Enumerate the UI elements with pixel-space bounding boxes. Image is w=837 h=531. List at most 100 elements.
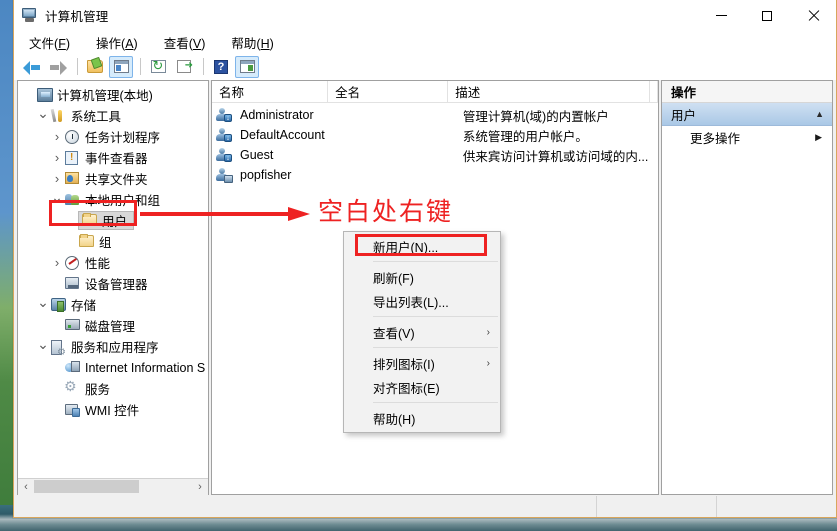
chevron-right-icon[interactable]: › [50, 151, 64, 164]
chevron-down-icon[interactable]: ⌄ [36, 337, 50, 351]
tree-item-content[interactable]: 共享文件夹 [64, 169, 148, 188]
tree-item-label: 组 [99, 236, 112, 250]
export-list-button[interactable] [172, 56, 196, 78]
local-users-groups-icon [64, 192, 81, 207]
menu-view[interactable]: 查看(V) [158, 31, 216, 54]
chevron-down-icon[interactable]: ⌄ [36, 106, 50, 120]
tree-item-15[interactable]: WMI 控件 [18, 399, 208, 420]
tree-item-9[interactable]: 设备管理器 [18, 273, 208, 294]
tree-item-content[interactable]: 组 [78, 232, 112, 251]
tree-item-10[interactable]: ⌄ 存储 [18, 294, 208, 315]
tree-item-5[interactable]: ⌄ 本地用户和组 [18, 189, 208, 210]
window-controls [698, 0, 836, 31]
minimize-button[interactable] [698, 0, 744, 31]
context-menu: 新用户(N)... 刷新(F) 导出列表(L)... 查看(V) › 排列图标(I) › 对齐… [343, 231, 501, 433]
user-disabled-icon: ↓ [216, 148, 232, 162]
tree-item-content[interactable]: Internet Information S [64, 358, 205, 377]
context-menu-item-3[interactable]: 导出列表(L)... [344, 289, 500, 313]
tree-item-13[interactable]: Internet Information S [18, 357, 208, 378]
console-tree: 计算机管理(本地) ⌄ 系统工具 › 任务计划程序 › 事件查看器 › 共享文件夹 ⌄ 本地用户和组… [18, 81, 208, 478]
context-menu-item-10[interactable]: 帮助(H) [344, 406, 500, 430]
minimize-icon [715, 15, 727, 16]
scroll-thumb[interactable] [34, 479, 139, 493]
tree-horizontal-scrollbar[interactable]: ‹ › [18, 478, 208, 495]
maximize-button[interactable] [744, 0, 790, 31]
tree-item-content[interactable]: 计算机管理(本地) [36, 85, 153, 104]
context-menu-item-7[interactable]: 排列图标(I) › [344, 351, 500, 375]
tree-item-label: 任务计划程序 [85, 131, 161, 145]
chevron-right-icon[interactable]: › [50, 172, 64, 185]
scroll-track[interactable] [34, 478, 192, 495]
menu-action[interactable]: 操作(A) [90, 31, 148, 54]
services-icon-glyph [64, 378, 79, 396]
tree-item-content[interactable]: 磁盘管理 [64, 316, 135, 335]
tree-item-2[interactable]: › 任务计划程序 [18, 126, 208, 147]
tree-item-content[interactable]: 服务和应用程序 [50, 337, 159, 358]
menu-file[interactable]: 文件(F) [23, 31, 80, 54]
tree-item-content[interactable]: 系统工具 [50, 106, 121, 125]
column-header-1[interactable]: 全名 [328, 81, 449, 102]
table-row[interactable]: popfisher [212, 165, 658, 185]
services-icon [64, 378, 81, 396]
system-tools-icon-glyph [51, 109, 65, 123]
tree-item-content[interactable]: 性能 [64, 253, 110, 272]
action-more-actions-label: 更多操作 [690, 131, 741, 146]
actions-group-users[interactable]: 用户 ▲ [662, 103, 832, 126]
context-menu-item-8[interactable]: 对齐图标(E) [344, 375, 500, 399]
tree-item-content[interactable]: 事件查看器 [64, 148, 148, 167]
tree-item-0[interactable]: 计算机管理(本地) [18, 84, 208, 105]
title-bar[interactable]: 计算机管理 [14, 0, 836, 31]
table-row[interactable]: ↓ DefaultAccount 系统管理的用户帐户。 [212, 125, 658, 145]
tree-item-content[interactable]: WMI 控件 [64, 400, 139, 419]
context-menu-item-2[interactable]: 刷新(F) [344, 265, 500, 289]
tree-item-4[interactable]: › 共享文件夹 [18, 168, 208, 189]
table-row[interactable]: ↓ Administrator 管理计算机(域)的内置帐户 [212, 105, 658, 125]
services-apps-icon-glyph [51, 340, 66, 358]
local-users-groups-icon-glyph [65, 193, 80, 206]
forward-icon [49, 60, 67, 75]
chevron-right-icon[interactable]: › [50, 256, 64, 269]
actions-pane-header: 操作 [662, 81, 832, 103]
tree-item-1[interactable]: ⌄ 系统工具 [18, 105, 208, 126]
tree-item-content[interactable]: 本地用户和组 [64, 190, 160, 209]
window-title: 计算机管理 [45, 9, 109, 24]
back-button[interactable] [20, 56, 44, 78]
chevron-down-icon[interactable]: ⌄ [50, 190, 64, 204]
help-button[interactable]: ? [209, 56, 233, 78]
chevron-down-icon[interactable]: ⌄ [36, 295, 50, 309]
tree-item-content[interactable]: 服务 [64, 378, 110, 398]
show-hide-tree-button[interactable] [109, 55, 133, 78]
refresh-button[interactable] [146, 56, 170, 78]
tree-item-3[interactable]: › 事件查看器 [18, 147, 208, 168]
task-scheduler-icon [64, 129, 81, 144]
table-row[interactable]: ↓ Guest 供来宾访问计算机或访问域的内... [212, 145, 658, 165]
cell-name: DefaultAccount [240, 128, 325, 142]
context-menu-item-0[interactable]: 新用户(N)... [344, 234, 500, 258]
disk-management-icon-glyph [65, 319, 80, 330]
column-header-0[interactable]: 名称 [212, 81, 329, 102]
scroll-right-icon[interactable]: › [192, 478, 208, 495]
tree-item-7[interactable]: 组 [18, 231, 208, 252]
menu-help[interactable]: 帮助(H) [225, 31, 283, 54]
chevron-right-icon[interactable]: › [50, 130, 64, 143]
action-more-actions[interactable]: 更多操作 ▶ [662, 126, 832, 148]
tree-item-6[interactable]: 用户 [18, 210, 208, 231]
forward-button[interactable] [46, 56, 70, 78]
tree-item-content[interactable]: 设备管理器 [64, 274, 148, 293]
context-menu-item-5[interactable]: 查看(V) › [344, 320, 500, 344]
tree-item-12[interactable]: ⌄ 服务和应用程序 [18, 336, 208, 358]
tree-item-11[interactable]: 磁盘管理 [18, 315, 208, 336]
show-hide-action-pane-button[interactable] [235, 55, 259, 78]
tree-item-14[interactable]: 服务 [18, 378, 208, 399]
scroll-left-icon[interactable]: ‹ [18, 478, 34, 495]
chevron-up-icon[interactable]: ▲ [815, 109, 824, 119]
tree-item-label: 事件查看器 [85, 152, 148, 166]
storage-icon [50, 297, 67, 312]
tree-item-content[interactable]: 用户 [78, 211, 135, 230]
tree-item-content[interactable]: 任务计划程序 [64, 127, 160, 146]
column-header-2[interactable]: 描述 [448, 81, 650, 102]
close-button[interactable] [790, 0, 836, 31]
tree-item-content[interactable]: 存储 [50, 295, 96, 314]
tree-item-8[interactable]: › 性能 [18, 252, 208, 273]
up-folder-button[interactable] [83, 56, 107, 78]
